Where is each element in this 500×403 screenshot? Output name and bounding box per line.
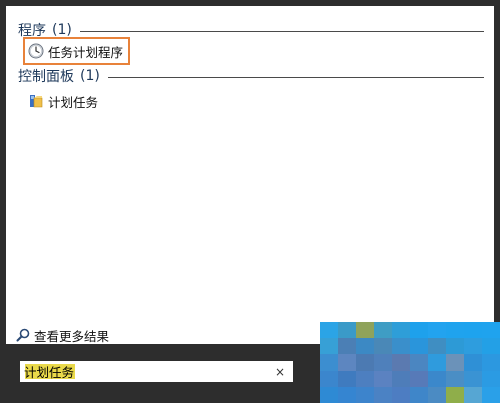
mosaic-tile (374, 370, 392, 387)
mosaic-tile (320, 370, 338, 387)
mosaic-tile (410, 338, 428, 355)
mosaic-tile (356, 338, 374, 355)
group-count-programs: (1) (52, 22, 72, 38)
mosaic-tile (428, 370, 446, 387)
mosaic-tile (428, 322, 446, 339)
mosaic-tile (392, 322, 410, 339)
group-count-control-panel: (1) (80, 68, 100, 84)
mosaic-tile (482, 370, 500, 387)
mosaic-tile (338, 338, 356, 355)
mosaic-tile (356, 322, 374, 339)
folder-tasks-icon (28, 93, 44, 109)
search-results-pane: 程序 (1) 任务计划程序 控制面板 (1) 计划任务 查看更多结果 (6, 6, 494, 344)
mosaic-tile (392, 338, 410, 355)
mosaic-tile (464, 386, 482, 403)
mosaic-tile (338, 354, 356, 371)
mosaic-tile (320, 386, 338, 403)
search-input[interactable] (24, 362, 273, 381)
mosaic-tile (392, 370, 410, 387)
mosaic-tile (482, 386, 500, 403)
mosaic-tile (356, 370, 374, 387)
mosaic-tile (320, 322, 338, 339)
mosaic-tile (374, 386, 392, 403)
mosaic-tile (464, 322, 482, 339)
mosaic-tile (374, 322, 392, 339)
mosaic-tile (446, 338, 464, 355)
mosaic-tile (446, 322, 464, 339)
mosaic-tile (410, 354, 428, 371)
mosaic-tile (446, 370, 464, 387)
group-divider-programs (79, 30, 484, 32)
mosaic-tile (464, 338, 482, 355)
mosaic-tile (320, 354, 338, 371)
start-search-box[interactable]: × (20, 361, 293, 382)
group-title-control-panel: 控制面板 (18, 69, 74, 85)
clock-icon (28, 43, 44, 59)
start-menu-panel: 程序 (1) 任务计划程序 控制面板 (1) 计划任务 查看更多结果 计划任务 … (0, 0, 500, 382)
mosaic-tile (482, 322, 500, 339)
mosaic-tile (428, 386, 446, 403)
mosaic-tile (428, 338, 446, 355)
mosaic-tile (410, 322, 428, 339)
mosaic-tile (374, 354, 392, 371)
mosaic-tile (338, 322, 356, 339)
mosaic-tile (392, 386, 410, 403)
mosaic-tile (320, 338, 338, 355)
search-icon (16, 328, 30, 342)
clear-search-icon[interactable]: × (273, 363, 287, 381)
mosaic-tile (482, 338, 500, 355)
group-divider-control-panel (107, 76, 484, 78)
mosaic-tile (464, 370, 482, 387)
mosaic-tile (464, 354, 482, 371)
pixelated-desktop-area (320, 322, 500, 403)
mosaic-tile (446, 354, 464, 371)
mosaic-tile (428, 354, 446, 371)
result-item-scheduled-tasks[interactable]: 计划任务 (25, 90, 104, 112)
mosaic-tile (410, 386, 428, 403)
mosaic-tile (356, 354, 374, 371)
mosaic-tile (338, 370, 356, 387)
mosaic-tile (374, 338, 392, 355)
mosaic-tile (410, 370, 428, 387)
see-more-results-link[interactable]: 查看更多结果 (16, 326, 109, 344)
mosaic-tile (392, 354, 410, 371)
group-header-control-panel: 控制面板 (1) (18, 66, 484, 86)
result-item-label: 任务计划程序 (48, 44, 124, 60)
mosaic-tile (338, 386, 356, 403)
result-item-task-scheduler[interactable]: 任务计划程序 (23, 37, 131, 65)
mosaic-tile (482, 354, 500, 371)
mosaic-tile (446, 386, 464, 403)
see-more-label: 查看更多结果 (34, 328, 110, 344)
result-item-label: 计划任务 (48, 94, 99, 110)
mosaic-tile (356, 386, 374, 403)
